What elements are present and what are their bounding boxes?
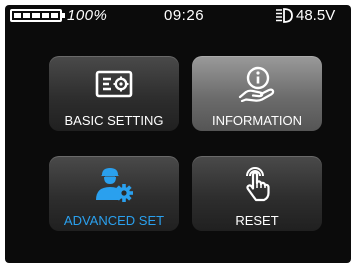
user-gear-icon bbox=[96, 168, 133, 202]
touch-hand-icon bbox=[246, 167, 270, 202]
information-button[interactable]: INFORMATION bbox=[192, 56, 322, 131]
battery-percent: 100% bbox=[67, 7, 108, 24]
battery-icon bbox=[10, 9, 62, 22]
headlight-icon bbox=[276, 8, 293, 23]
status-bar: 100% 09:26 48.5V bbox=[5, 5, 351, 31]
battery-cell bbox=[23, 13, 31, 18]
battery-cell bbox=[50, 13, 59, 18]
battery-tip bbox=[62, 13, 65, 18]
basic-setting-button[interactable]: BASIC SETTING bbox=[49, 56, 179, 131]
battery-cell bbox=[14, 13, 22, 18]
settings-card-icon bbox=[95, 70, 133, 98]
reset-button[interactable]: RESET bbox=[192, 156, 322, 231]
battery-cell bbox=[32, 13, 40, 18]
advanced-set-button[interactable]: ADVANCED SET bbox=[49, 156, 179, 231]
clock: 09:26 bbox=[164, 7, 205, 24]
information-label: INFORMATION bbox=[211, 113, 303, 128]
info-hand-icon bbox=[238, 66, 275, 102]
reset-label: RESET bbox=[235, 213, 279, 228]
voltage-readout: 48.5V bbox=[296, 7, 336, 24]
basic-setting-label: BASIC SETTING bbox=[64, 113, 164, 128]
display-screen: 100% 09:26 48.5V BASIC SETTING INFORMATI… bbox=[5, 5, 351, 263]
battery-cell bbox=[41, 13, 49, 18]
advanced-set-label: ADVANCED SET bbox=[63, 213, 165, 228]
